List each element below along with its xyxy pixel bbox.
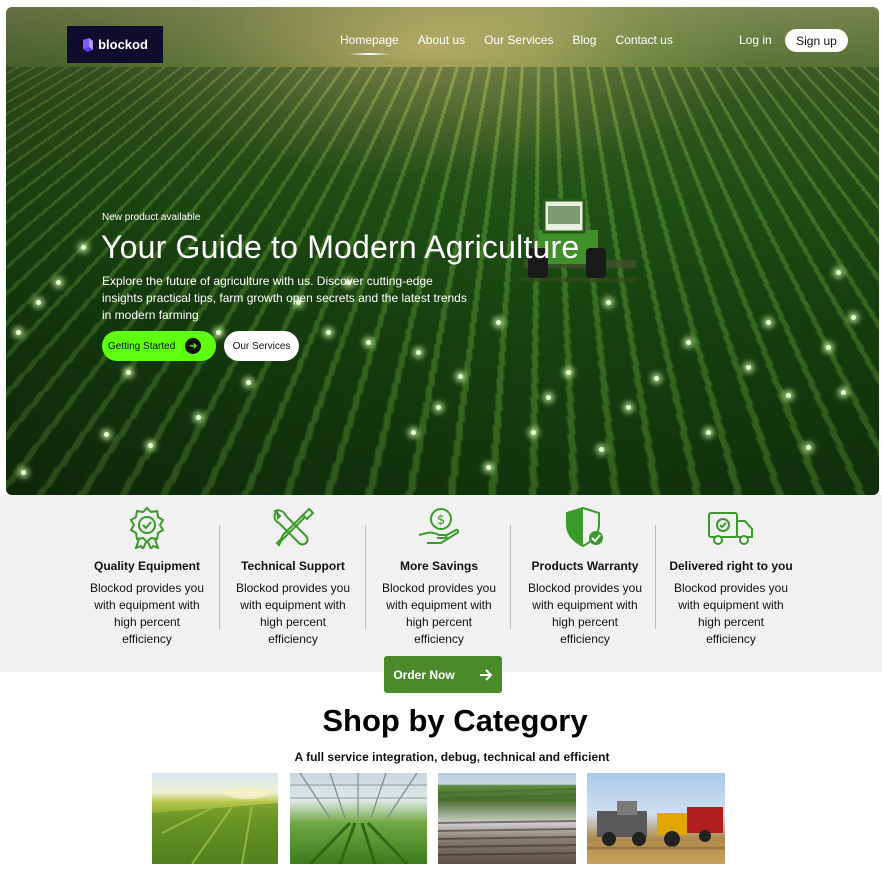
getting-started-button[interactable]: Getting Started ➜: [102, 331, 216, 361]
feature-description: Blockod provides you with equipment with…: [527, 581, 643, 646]
feature-products-warranty: Products Warranty Blockod provides you w…: [512, 495, 658, 648]
feature-delivered: Delivered right to you Blockod provides …: [658, 495, 804, 648]
award-badge-icon: [129, 506, 165, 549]
nav-blog[interactable]: Blog: [572, 33, 596, 47]
nav-about-us[interactable]: About us: [418, 33, 465, 47]
hero-eyebrow: New product available: [102, 212, 201, 223]
feature-title: More Savings: [399, 559, 479, 573]
brand-name: blockod: [98, 37, 148, 52]
feature-title: Quality Equipment: [93, 559, 200, 573]
feature-more-savings: $ More Savings Blockod provides you with…: [366, 495, 512, 648]
feature-divider: [655, 525, 656, 629]
shop-title: Shop by Category: [322, 703, 588, 738]
login-link[interactable]: Log in: [739, 33, 772, 47]
feature-description: Blockod provides you with equipment with…: [673, 581, 789, 646]
our-services-button[interactable]: Our Services: [224, 331, 299, 361]
main-nav: Homepage About us Our Services Blog Cont…: [340, 33, 673, 55]
arrow-right-icon: ➜: [185, 338, 202, 354]
feature-divider: [510, 525, 511, 629]
feature-title: Products Warranty: [531, 559, 639, 573]
order-now-label: Order Now: [393, 667, 455, 682]
category-irrigation-field-image[interactable]: [152, 773, 278, 864]
shop-subtitle: A full service integration, debug, techn…: [294, 750, 610, 764]
wrench-screwdriver-icon: [273, 507, 315, 547]
order-now-button[interactable]: Order Now: [384, 656, 502, 693]
feature-description: Blockod provides you with equipment with…: [89, 581, 205, 646]
feature-quality-equipment: Quality Equipment Blockod provides you w…: [74, 495, 220, 648]
feature-title: Delivered right to you: [669, 559, 793, 573]
features-section: Quality Equipment Blockod provides you w…: [0, 495, 882, 672]
delivery-truck-icon: [708, 512, 753, 545]
nav-contact-us[interactable]: Contact us: [615, 33, 672, 47]
shield-check-icon: [566, 506, 603, 548]
category-plowed-field-image[interactable]: [438, 773, 576, 864]
logo-mark-icon: [83, 37, 94, 52]
feature-technical-support: Technical Support Blockod provides you w…: [220, 495, 366, 648]
hero-title: Your Guide to Modern Agriculture: [101, 229, 580, 265]
brand-logo[interactable]: blockod: [67, 26, 163, 63]
arrow-right-icon: [479, 668, 493, 681]
nav-our-services[interactable]: Our Services: [484, 33, 553, 47]
feature-description: Blockod provides you with equipment with…: [235, 581, 351, 646]
money-hand-icon: $: [418, 508, 460, 544]
feature-title: Technical Support: [241, 559, 345, 573]
feature-description: Blockod provides you with equipment with…: [381, 581, 497, 646]
hero-section: blockod Homepage About us Our Services B…: [6, 7, 879, 495]
svg-text:$: $: [437, 513, 445, 528]
category-combine-harvester-image[interactable]: [587, 773, 725, 864]
nav-homepage[interactable]: Homepage: [340, 33, 399, 55]
hero-description: Explore the future of agriculture with u…: [102, 274, 467, 322]
signup-button[interactable]: Sign up: [785, 29, 848, 52]
getting-started-label: Getting Started: [108, 340, 176, 352]
category-greenhouse-image[interactable]: [290, 773, 427, 864]
